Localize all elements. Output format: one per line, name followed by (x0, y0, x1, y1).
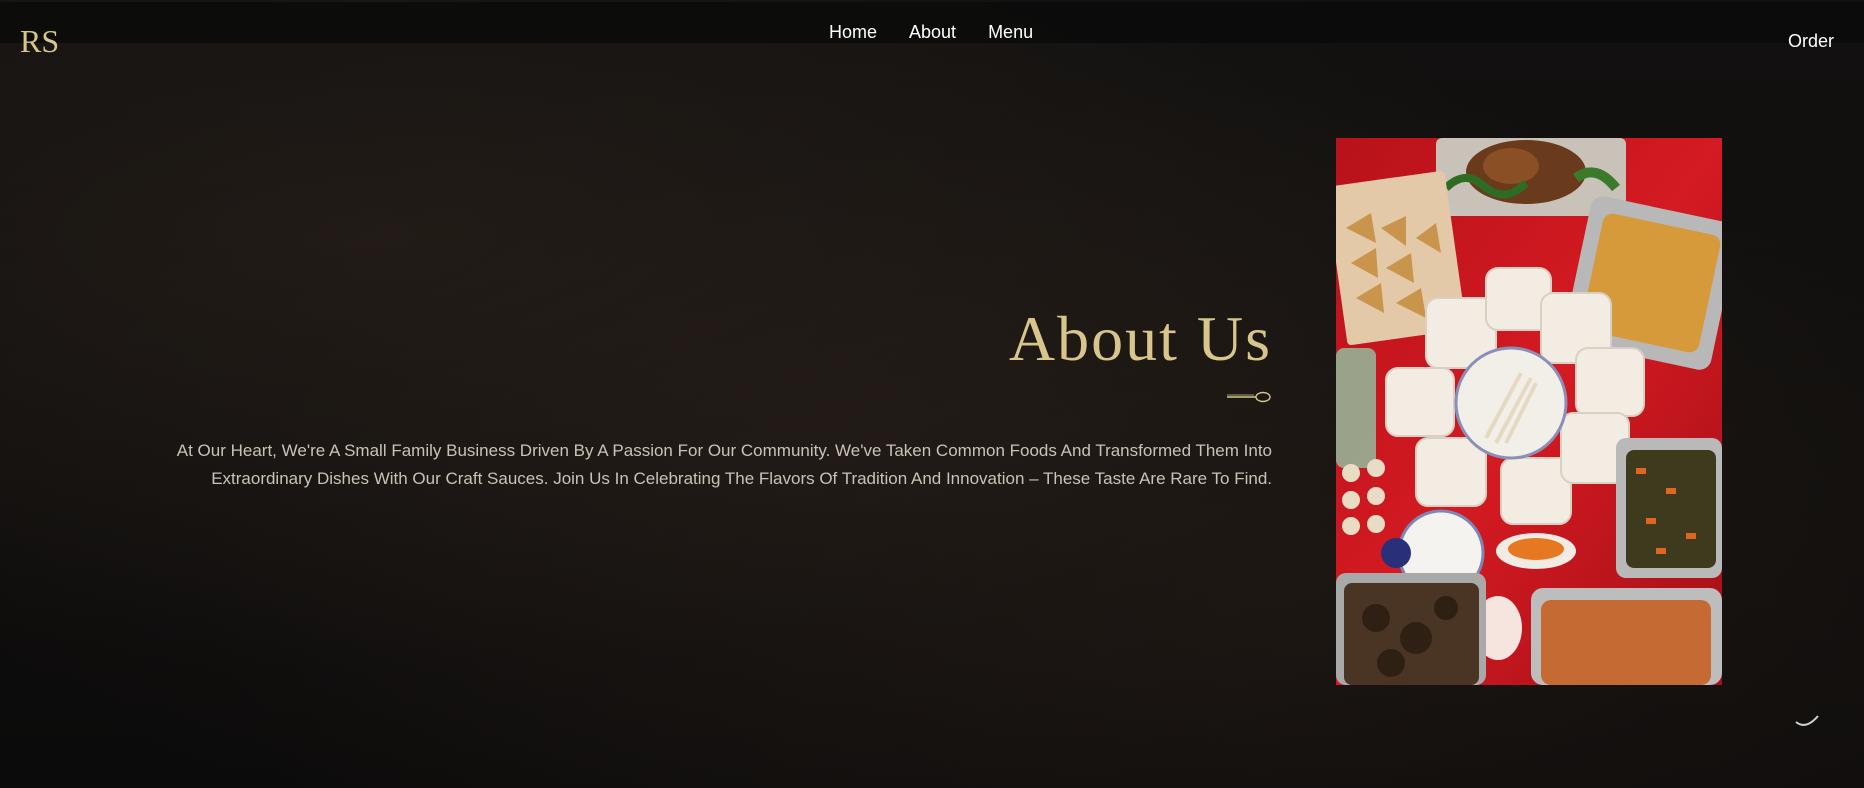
order-button[interactable]: Order (1788, 31, 1834, 52)
scroll-arrow-icon[interactable] (1792, 710, 1822, 728)
food-spread-photo (1336, 138, 1722, 685)
about-description-line-1: At Our Heart, We're A Small Family Busin… (176, 441, 1272, 460)
food-spread-image (1336, 138, 1722, 685)
brand-logo[interactable]: RS (18, 18, 60, 66)
rs-monogram-icon: RS (20, 23, 59, 59)
about-description-line-2: Extraordinary Dishes With Our Craft Sauc… (211, 469, 1272, 488)
nav-about-link[interactable]: About (909, 22, 956, 43)
spoon-divider-icon (1227, 391, 1271, 403)
nav-home-link[interactable]: Home (829, 22, 877, 43)
svg-text:RS: RS (20, 23, 59, 59)
about-heading: About Us (1008, 303, 1272, 374)
about-description: At Our Heart, We're A Small Family Busin… (92, 437, 1272, 493)
nav-menu-link[interactable]: Menu (988, 22, 1033, 43)
main-nav: Home About Menu (829, 22, 1033, 43)
